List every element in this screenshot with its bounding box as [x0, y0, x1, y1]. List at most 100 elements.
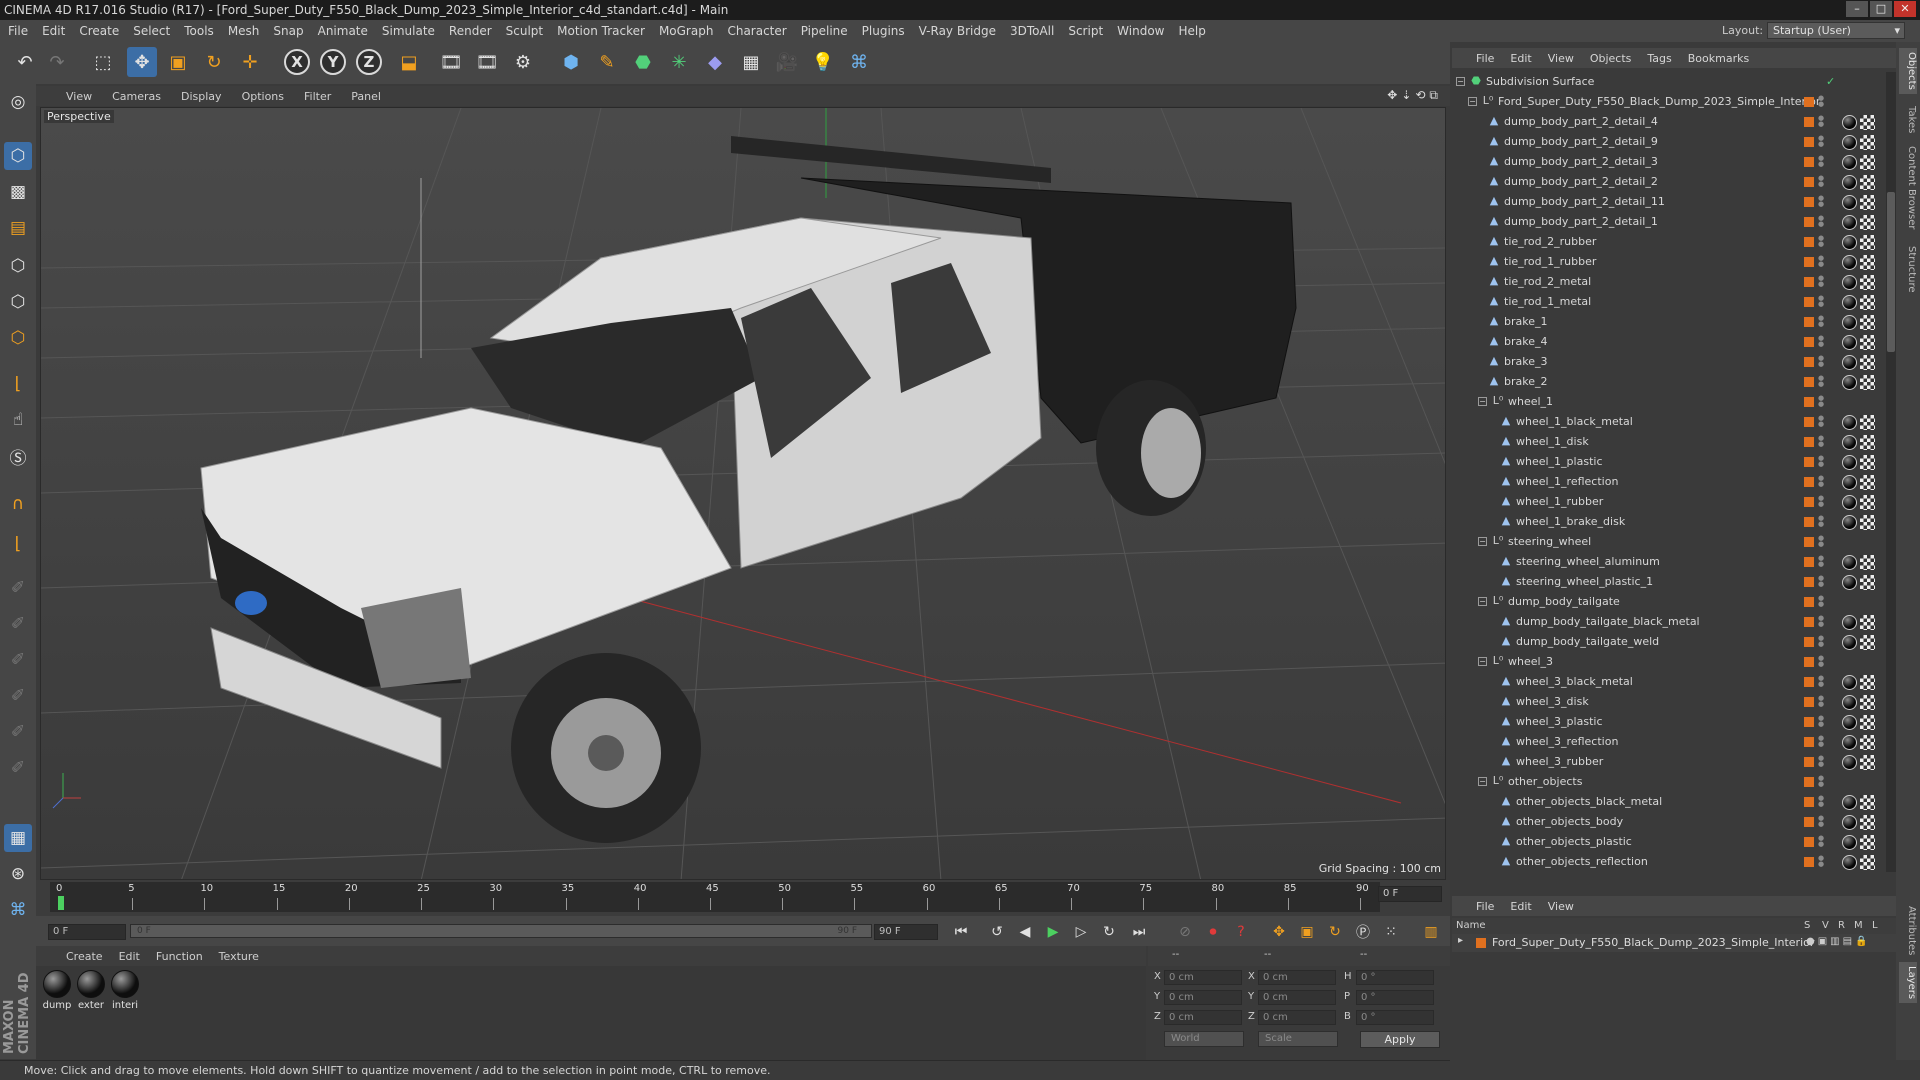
- menu-sculpt[interactable]: Sculpt: [506, 24, 543, 38]
- size-mode-select[interactable]: Scale: [1258, 1031, 1338, 1047]
- object-row[interactable]: ▲ wheel_1_reflection ● ●: [1452, 472, 1896, 492]
- texture-tag[interactable]: [1860, 335, 1875, 350]
- layers-menu-view[interactable]: View: [1548, 900, 1574, 913]
- viewport-menu-view[interactable]: View: [66, 90, 92, 103]
- material-tag[interactable]: [1842, 835, 1857, 850]
- menu-pipeline[interactable]: Pipeline: [801, 24, 848, 38]
- sculpt-flatten-icon[interactable]: ✐: [4, 682, 32, 710]
- key-pla-icon[interactable]: ⁙: [1380, 921, 1402, 943]
- subdivision-surface-icon[interactable]: ⬣: [628, 47, 658, 77]
- texture-tag[interactable]: [1860, 835, 1875, 850]
- material-tag[interactable]: [1842, 495, 1857, 510]
- perspective-viewport[interactable]: Perspective Grid Spacing : 100 cm: [40, 107, 1446, 880]
- python-icon[interactable]: ⌘: [844, 47, 874, 77]
- visibility-dots[interactable]: ● ●: [1818, 535, 1824, 549]
- material-menu-texture[interactable]: Texture: [219, 950, 259, 963]
- render-view-icon[interactable]: 🎞: [436, 47, 466, 77]
- material-dump[interactable]: dump: [42, 970, 72, 1011]
- apply-button[interactable]: Apply: [1360, 1031, 1440, 1048]
- move-tool-icon[interactable]: ✥: [127, 47, 157, 77]
- layer-tag[interactable]: [1804, 117, 1814, 127]
- collapse-icon[interactable]: −: [1478, 597, 1487, 606]
- viewport-menu-display[interactable]: Display: [181, 90, 222, 103]
- material-tag[interactable]: [1842, 235, 1857, 250]
- objects-menu-objects[interactable]: Objects: [1590, 52, 1632, 65]
- object-row[interactable]: ▲ wheel_3_reflection ● ●: [1452, 732, 1896, 752]
- layer-tag[interactable]: [1804, 97, 1814, 107]
- layer-tag[interactable]: [1804, 617, 1814, 627]
- layer-tag[interactable]: [1804, 817, 1814, 827]
- viewport-menu-options[interactable]: Options: [242, 90, 284, 103]
- object-row[interactable]: ▲ wheel_3_plastic ● ●: [1452, 712, 1896, 732]
- menu-snap[interactable]: Snap: [273, 24, 303, 38]
- visibility-dots[interactable]: ● ●: [1818, 435, 1824, 449]
- material-tag[interactable]: [1842, 435, 1857, 450]
- undo-icon[interactable]: ↶: [10, 47, 40, 77]
- visibility-dots[interactable]: ● ●: [1818, 595, 1824, 609]
- texture-tag[interactable]: [1860, 415, 1875, 430]
- object-row[interactable]: ▲ dump_body_tailgate_weld ● ●: [1452, 632, 1896, 652]
- timeline-ruler[interactable]: 0 5 10 15 20 25 30 35 40 45 50 55 60 65 70 75 80 85 90 0 F: [36, 880, 1450, 916]
- visibility-dots[interactable]: ● ●: [1818, 295, 1824, 309]
- layers-menu-file[interactable]: File: [1476, 900, 1494, 913]
- material-tag[interactable]: [1842, 335, 1857, 350]
- visibility-dots[interactable]: ● ●: [1818, 175, 1824, 189]
- material-tag[interactable]: [1842, 355, 1857, 370]
- texture-tag[interactable]: [1860, 375, 1875, 390]
- object-row[interactable]: ▲ other_objects_black_metal ● ●: [1452, 792, 1896, 812]
- spline-pen-icon[interactable]: ✎: [592, 47, 622, 77]
- layers-menu-edit[interactable]: Edit: [1510, 900, 1531, 913]
- object-row[interactable]: ▲ other_objects_plastic ● ●: [1452, 832, 1896, 852]
- texture-tag[interactable]: [1860, 455, 1875, 470]
- visibility-dots[interactable]: ● ●: [1818, 555, 1824, 569]
- layer-toggle-icons[interactable]: ●▣▥▤🔒: [1806, 936, 1871, 947]
- record-keys-icon[interactable]: ⊘: [1174, 921, 1196, 943]
- object-row[interactable]: ▲ steering_wheel_plastic_1 ● ●: [1452, 572, 1896, 592]
- size-z-field[interactable]: 0 cm: [1258, 1010, 1336, 1025]
- visibility-dots[interactable]: ● ●: [1818, 95, 1824, 109]
- collapse-icon[interactable]: ▸: [1458, 935, 1463, 946]
- visibility-dots[interactable]: ● ●: [1818, 695, 1824, 709]
- workplane-mode-icon[interactable]: ▤: [4, 214, 32, 242]
- object-row[interactable]: ▲ wheel_1_black_metal ● ●: [1452, 412, 1896, 432]
- object-row[interactable]: − L⁰ dump_body_tailgate ● ●: [1452, 592, 1896, 612]
- material-tag[interactable]: [1842, 295, 1857, 310]
- object-row[interactable]: ▲ tie_rod_2_metal ● ●: [1452, 272, 1896, 292]
- layer-tag[interactable]: [1804, 517, 1814, 527]
- object-row[interactable]: ▲ brake_1 ● ●: [1452, 312, 1896, 332]
- axis-mode-icon[interactable]: ⌊: [4, 370, 32, 398]
- position-y-field[interactable]: 0 cm: [1164, 990, 1242, 1005]
- layer-tag[interactable]: [1804, 417, 1814, 427]
- visibility-dots[interactable]: ● ●: [1818, 355, 1824, 369]
- material-exterior[interactable]: exter: [76, 970, 106, 1011]
- checkmark-icon[interactable]: ✓: [1826, 75, 1835, 88]
- visibility-dots[interactable]: ● ●: [1818, 815, 1824, 829]
- sculpt-pull-icon[interactable]: ✐: [4, 610, 32, 638]
- visibility-dots[interactable]: ● ●: [1818, 315, 1824, 329]
- timeline-ticks[interactable]: 0 5 10 15 20 25 30 35 40 45 50 55 60 65 70 75 80 85 90: [50, 882, 1380, 912]
- object-row[interactable]: − L⁰ wheel_1 ● ●: [1452, 392, 1896, 412]
- material-tag[interactable]: [1842, 715, 1857, 730]
- previous-frame-icon[interactable]: ◀: [1014, 921, 1036, 943]
- object-row[interactable]: ▲ tie_rod_1_metal ● ●: [1452, 292, 1896, 312]
- object-row[interactable]: ▲ tie_rod_1_rubber ● ●: [1452, 252, 1896, 272]
- visibility-dots[interactable]: ● ●: [1818, 195, 1824, 209]
- object-row[interactable]: ▲ dump_body_tailgate_black_metal ● ●: [1452, 612, 1896, 632]
- go-to-end-icon[interactable]: ⏭: [1128, 921, 1150, 943]
- object-row[interactable]: ▲ brake_3 ● ●: [1452, 352, 1896, 372]
- texture-tag[interactable]: [1860, 175, 1875, 190]
- scrollbar-thumb[interactable]: [1887, 192, 1895, 352]
- close-icon[interactable]: ✕: [1894, 1, 1916, 17]
- menu-help[interactable]: Help: [1178, 24, 1205, 38]
- menu-mograph[interactable]: MoGraph: [659, 24, 714, 38]
- visibility-dots[interactable]: ● ●: [1818, 155, 1824, 169]
- object-row[interactable]: ▲ dump_body_part_2_detail_9 ● ●: [1452, 132, 1896, 152]
- current-frame-field[interactable]: 0 F: [1378, 886, 1442, 902]
- menu-motion-tracker[interactable]: Motion Tracker: [557, 24, 645, 38]
- objects-menu-view[interactable]: View: [1548, 52, 1574, 65]
- visibility-dots[interactable]: ● ●: [1818, 475, 1824, 489]
- next-frame-icon[interactable]: ▷: [1070, 921, 1092, 943]
- sculpt-smooth-icon[interactable]: ✐: [4, 646, 32, 674]
- texture-tag[interactable]: [1860, 315, 1875, 330]
- object-row[interactable]: ▲ dump_body_part_2_detail_3 ● ●: [1452, 152, 1896, 172]
